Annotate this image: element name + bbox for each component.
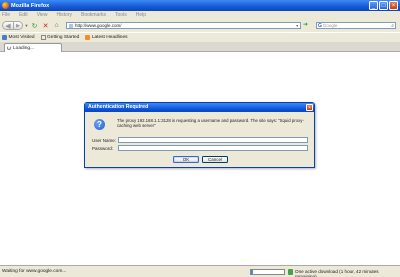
username-input[interactable] [118, 137, 308, 143]
cancel-button[interactable]: Cancel [202, 156, 228, 163]
home-icon[interactable]: ⌂ [52, 21, 61, 30]
question-icon: ? [94, 119, 105, 130]
google-icon[interactable]: G [318, 23, 322, 29]
download-progress-fill [251, 270, 253, 274]
username-label: User Name: [92, 138, 117, 143]
tab-loading[interactable]: Loading... [4, 43, 62, 52]
url-dropdown-icon[interactable]: ▼ [296, 24, 299, 28]
search-placeholder: Google [322, 23, 338, 28]
loading-spinner-icon [7, 46, 11, 50]
navigation-toolbar: ◀ ▶ ▼ ↻ ✕ ⌂ http://www.google.com/ ▼ ➜ G… [0, 19, 400, 32]
site-favicon-icon [69, 23, 73, 28]
most-visited-icon [2, 35, 7, 40]
ok-button[interactable]: OK [173, 156, 199, 163]
menu-bar: File Edit View History Bookmarks Tools H… [0, 11, 400, 19]
dialog-title: Authentication Required [85, 103, 314, 112]
password-label: Password: [92, 146, 114, 151]
bookmark-latest-headlines[interactable]: Latest Headlines [85, 35, 128, 40]
firefox-logo-icon [2, 2, 9, 9]
bookmark-label: Most Visited [8, 35, 35, 40]
menu-help[interactable]: Help [136, 12, 146, 18]
dialog-close-button[interactable]: × [306, 104, 313, 111]
menu-view[interactable]: View [37, 12, 48, 18]
minimize-button[interactable]: _ [369, 1, 378, 10]
download-icon[interactable] [288, 269, 293, 275]
window-title: Mozilla Firefox [11, 2, 50, 9]
search-bar[interactable]: G Google ⌕ [316, 22, 396, 29]
tab-label: Loading... [13, 45, 35, 51]
password-input[interactable] [118, 145, 308, 151]
reload-icon[interactable]: ↻ [30, 21, 39, 30]
forward-button[interactable]: ▶ [14, 21, 23, 30]
menu-bookmarks[interactable]: Bookmarks [81, 12, 106, 18]
download-progress-bar [250, 269, 285, 275]
download-status-text[interactable]: One active download (1 hour, 42 minutes … [295, 269, 400, 277]
stop-icon[interactable]: ✕ [41, 21, 50, 30]
menu-edit[interactable]: Edit [19, 12, 28, 18]
status-text: Waiting for www.google.com... [2, 269, 67, 274]
history-dropdown-icon[interactable]: ▼ [24, 21, 29, 30]
tab-bar: Loading... [0, 42, 400, 52]
url-text: http://www.google.com/ [75, 23, 122, 28]
bookmark-most-visited[interactable]: Most Visited [2, 35, 35, 40]
status-bar: Waiting for www.google.com... One active… [0, 265, 400, 277]
url-bar[interactable]: http://www.google.com/ ▼ [66, 22, 301, 29]
rss-icon [85, 35, 91, 40]
go-arrow-icon[interactable]: ➜ [303, 22, 308, 29]
maximize-button[interactable]: □ [379, 1, 388, 10]
window-titlebar: Mozilla Firefox _ □ × [0, 0, 400, 11]
menu-tools[interactable]: Tools [115, 12, 127, 18]
bookmark-label: Latest Headlines [91, 35, 128, 40]
back-button[interactable]: ◀ [2, 21, 14, 30]
dialog-message: The proxy 192.168.1.1:3128 is requesting… [117, 118, 304, 129]
bookmark-getting-started[interactable]: Getting Started [40, 35, 80, 40]
close-window-button[interactable]: × [389, 1, 398, 10]
search-icon[interactable]: ⌕ [391, 23, 394, 29]
authentication-dialog: Authentication Required × ? The proxy 19… [84, 102, 315, 168]
bookmarks-toolbar: Most Visited Getting Started Latest Head… [0, 32, 400, 42]
menu-file[interactable]: File [2, 12, 10, 18]
menu-history[interactable]: History [56, 12, 72, 18]
window-controls: _ □ × [369, 1, 398, 10]
page-icon [40, 35, 46, 40]
bookmark-label: Getting Started [47, 35, 80, 40]
